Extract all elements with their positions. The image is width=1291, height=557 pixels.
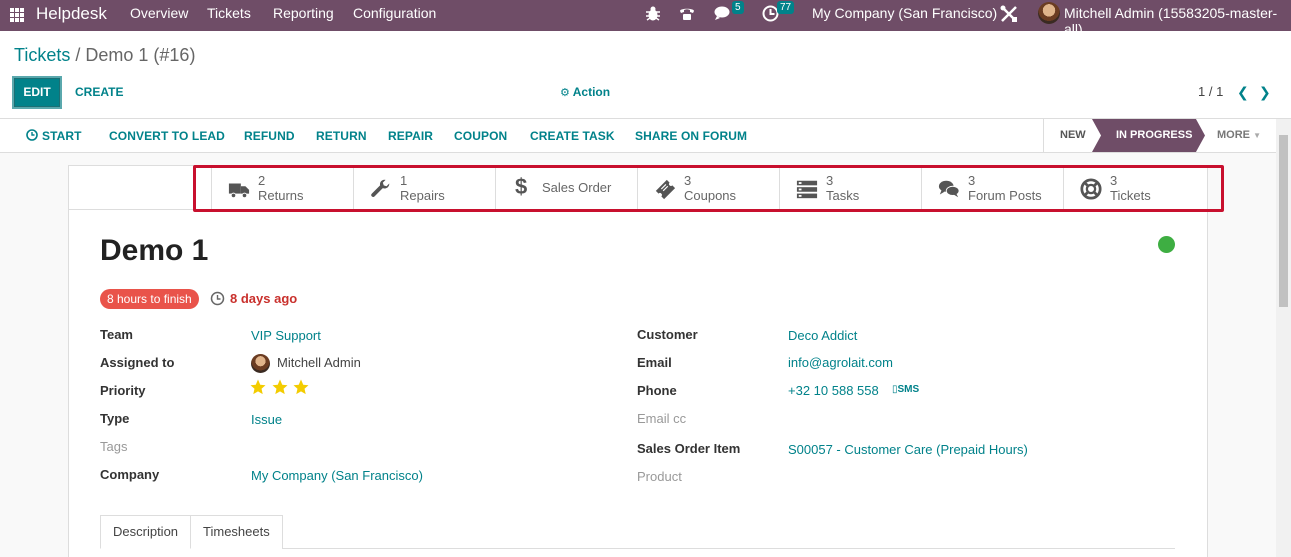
activities-count-badge: 77 [777,1,795,14]
pager-next-icon[interactable]: ❯ [1259,84,1271,101]
customer-label: Customer [637,327,698,342]
convert-to-lead-button[interactable]: CONVERT TO LEAD [109,129,225,143]
sla-deadline-badge: 8 hours to finish [100,289,199,309]
priority-star-icon[interactable] [271,378,289,396]
stage-selector: NEW IN PROGRESS MORE ▼ [1043,119,1276,152]
company-label: Company [100,467,160,482]
menu-reporting[interactable]: Reporting [273,5,334,21]
breadcrumb: Tickets / Demo 1 (#16) [14,45,195,66]
phone-value[interactable]: +32 10 588 558 [788,383,879,398]
debug-tools-icon[interactable] [1000,5,1018,23]
coupon-button[interactable]: COUPON [454,129,507,143]
menu-configuration[interactable]: Configuration [353,5,436,21]
form-statusbar: START CONVERT TO LEAD REFUND RETURN REPA… [0,119,1276,153]
gear-icon: ⚙ [560,87,570,99]
company-value[interactable]: My Company (San Francisco) [251,468,423,483]
smart-buttons-highlight-box [193,165,1224,212]
clock-icon [26,129,38,141]
email-cc-label: Email cc [637,411,687,426]
stage-more-label: MORE [1217,129,1250,141]
email-value[interactable]: info@agrolait.com [788,355,893,370]
tags-label: Tags [100,439,128,454]
phone-icon[interactable] [679,5,695,22]
start-label: START [42,129,82,143]
assigned-to-value[interactable]: Mitchell Admin [277,355,361,370]
breadcrumb-tickets-link[interactable]: Tickets [14,45,70,65]
tab-description[interactable]: Description [100,515,192,549]
control-panel: Tickets / Demo 1 (#16) EDIT CREATE ⚙ Act… [0,31,1291,119]
product-label: Product [637,469,682,484]
user-avatar[interactable] [1038,2,1060,24]
messages-icon[interactable] [714,5,734,22]
team-label: Team [100,327,133,342]
messages-count-badge: 5 [732,1,744,14]
action-dropdown[interactable]: ⚙ Action [560,85,610,99]
caret-down-icon: ▼ [1253,131,1261,140]
breadcrumb-current: Demo 1 (#16) [85,45,196,65]
email-label: Email [637,355,672,370]
menu-overview[interactable]: Overview [130,5,188,21]
ticket-age: 8 days ago [230,291,298,306]
sms-button[interactable]: ▯SMS [892,384,919,395]
menu-tickets[interactable]: Tickets [207,5,251,21]
team-value[interactable]: VIP Support [251,328,321,343]
repair-button[interactable]: REPAIR [388,129,433,143]
type-value[interactable]: Issue [251,412,282,427]
return-button[interactable]: RETURN [316,129,367,143]
clock-icon [210,291,225,306]
top-navbar: Helpdesk Overview Tickets Reporting Conf… [0,0,1291,37]
sms-label: SMS [897,384,920,395]
scrollbar-thumb[interactable] [1279,135,1288,307]
type-label: Type [100,411,130,426]
priority-label: Priority [100,383,146,398]
breadcrumb-separator: / [75,45,81,65]
action-label: Action [572,85,611,99]
edit-button[interactable]: EDIT [12,76,62,109]
pager-value[interactable]: 1 / 1 [1198,84,1223,99]
share-on-forum-button[interactable]: SHARE ON FORUM [635,129,747,143]
assigned-to-label: Assigned to [100,355,175,370]
company-switcher[interactable]: My Company (San Francisco) [812,5,997,21]
stage-new[interactable]: NEW [1060,129,1086,141]
sales-order-item-label: Sales Order Item [637,441,741,456]
apps-menu-icon[interactable] [10,8,24,22]
customer-value[interactable]: Deco Addict [788,328,857,343]
refund-button[interactable]: REFUND [244,129,295,143]
priority-star-icon[interactable] [292,378,310,396]
create-task-button[interactable]: CREATE TASK [530,129,615,143]
kanban-state-indicator[interactable] [1158,236,1175,253]
bug-icon[interactable] [645,5,661,22]
start-button[interactable]: START [26,129,82,143]
stage-more-dropdown[interactable]: MORE ▼ [1217,129,1261,141]
page-scrollbar[interactable] [1276,119,1291,557]
sales-order-item-value[interactable]: S00057 - Customer Care (Prepaid Hours) [788,442,1028,457]
priority-star-icon[interactable] [249,378,267,396]
phone-label: Phone [637,383,677,398]
pager-previous-icon[interactable]: ❮ [1237,84,1249,101]
assignee-avatar [251,354,270,373]
ticket-title[interactable]: Demo 1 [100,234,208,268]
notebook-tabs: Description Timesheets [100,515,283,549]
app-name[interactable]: Helpdesk [36,4,107,24]
create-button[interactable]: CREATE [75,85,123,99]
tab-timesheets[interactable]: Timesheets [191,515,283,549]
stage-in-progress[interactable]: IN PROGRESS [1092,119,1205,152]
